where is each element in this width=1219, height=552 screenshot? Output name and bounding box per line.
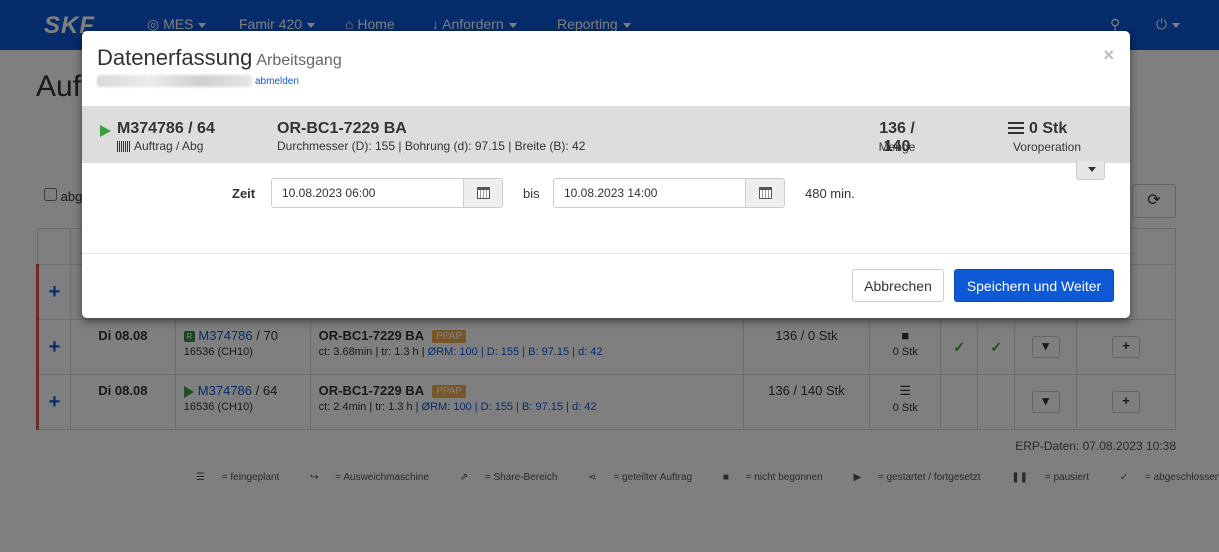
cancel-button[interactable]: Abbrechen (852, 269, 944, 302)
play-icon (100, 125, 111, 137)
logout-link[interactable]: abmelden (255, 76, 299, 87)
data-entry-modal: Datenerfassung Arbeitsgang abmelden × M37… (82, 31, 1130, 318)
end-calendar-button[interactable] (745, 179, 784, 207)
barcode-icon (117, 141, 131, 153)
end-date-group (553, 178, 785, 208)
until-label: bis (523, 186, 540, 201)
previous-op-count: 0 Stk (1029, 120, 1068, 137)
calendar-icon (477, 187, 490, 199)
previous-op-value: 0 Stk (1008, 120, 1088, 138)
modal-subtitle: Arbeitsgang (256, 52, 342, 69)
close-icon[interactable]: × (1103, 45, 1114, 66)
modal-footer: Abbrechen Speichern und Weiter (82, 253, 1130, 318)
user-line: abmelden (97, 75, 299, 87)
duration-value: 480 min. (805, 186, 855, 201)
quantity-label: Menge (878, 140, 916, 154)
order-label: Auftrag / Abg (117, 139, 203, 153)
expand-dropdown-button[interactable] (1076, 161, 1105, 180)
order-number: M374786 / 64 (117, 120, 215, 137)
calendar-icon (759, 187, 772, 199)
modal-title-text: Datenerfassung (97, 45, 253, 70)
list-icon (1008, 122, 1024, 136)
start-calendar-button[interactable] (463, 179, 502, 207)
previous-op-label: Voroperation (1012, 140, 1082, 154)
end-datetime-input[interactable] (554, 179, 746, 207)
start-datetime-input[interactable] (272, 179, 464, 207)
save-and-continue-button[interactable]: Speichern und Weiter (954, 269, 1114, 302)
article-number: OR-BC1-7229 BA (277, 120, 407, 137)
modal-title: Datenerfassung Arbeitsgang (97, 45, 342, 71)
start-date-group (271, 178, 503, 208)
blurred-username (97, 75, 252, 87)
operation-info-bar: M374786 / 64 Auftrag / Abg OR-BC1-7229 B… (82, 106, 1130, 163)
order-label-text: Auftrag / Abg (134, 139, 204, 153)
article-dimensions: Durchmesser (D): 155 | Bohrung (d): 97.1… (277, 139, 586, 153)
time-label: Zeit (232, 186, 256, 201)
